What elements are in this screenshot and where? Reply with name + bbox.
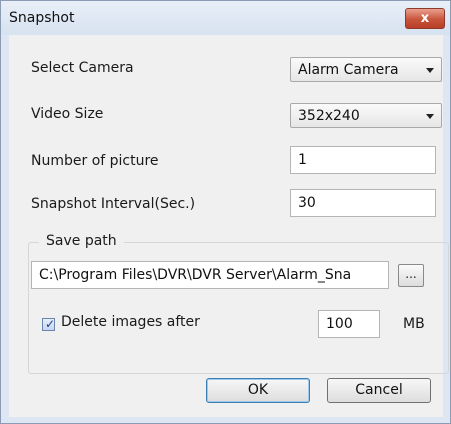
- video-size-dropdown[interactable]: 352x240: [290, 103, 442, 128]
- chevron-down-icon: [426, 68, 434, 73]
- save-path-group-title: Save path: [39, 233, 124, 249]
- size-unit-label: MB: [403, 316, 425, 332]
- video-size-value: 352x240: [298, 108, 360, 124]
- select-camera-label: Select Camera: [31, 60, 134, 76]
- select-camera-dropdown[interactable]: Alarm Camera: [290, 57, 442, 82]
- cancel-button[interactable]: Cancel: [327, 378, 431, 403]
- select-camera-value: Alarm Camera: [298, 62, 399, 78]
- delete-images-checkbox[interactable]: ✓: [42, 317, 56, 331]
- number-of-picture-input[interactable]: [290, 146, 436, 174]
- snapshot-interval-input[interactable]: [290, 189, 436, 217]
- browse-button[interactable]: ...: [398, 264, 424, 287]
- save-path-input[interactable]: [31, 261, 389, 289]
- dialog-title: Snapshot: [9, 10, 75, 26]
- chevron-down-icon: [426, 114, 434, 119]
- ok-button[interactable]: OK: [206, 378, 310, 403]
- snapshot-dialog: Snapshot x Select Camera Alarm Camera Vi…: [0, 0, 451, 424]
- checkmark-icon: ✓: [45, 317, 56, 331]
- dialog-body: Select Camera Alarm Camera Video Size 35…: [9, 35, 449, 417]
- snapshot-interval-label: Snapshot Interval(Sec.): [31, 196, 196, 212]
- delete-images-label: Delete images after: [61, 314, 200, 330]
- close-icon: x: [420, 11, 430, 26]
- delete-size-input[interactable]: [318, 310, 380, 338]
- number-of-picture-label: Number of picture: [31, 153, 159, 169]
- video-size-label: Video Size: [31, 106, 104, 122]
- title-bar[interactable]: Snapshot x: [1, 1, 450, 35]
- close-button[interactable]: x: [405, 8, 445, 29]
